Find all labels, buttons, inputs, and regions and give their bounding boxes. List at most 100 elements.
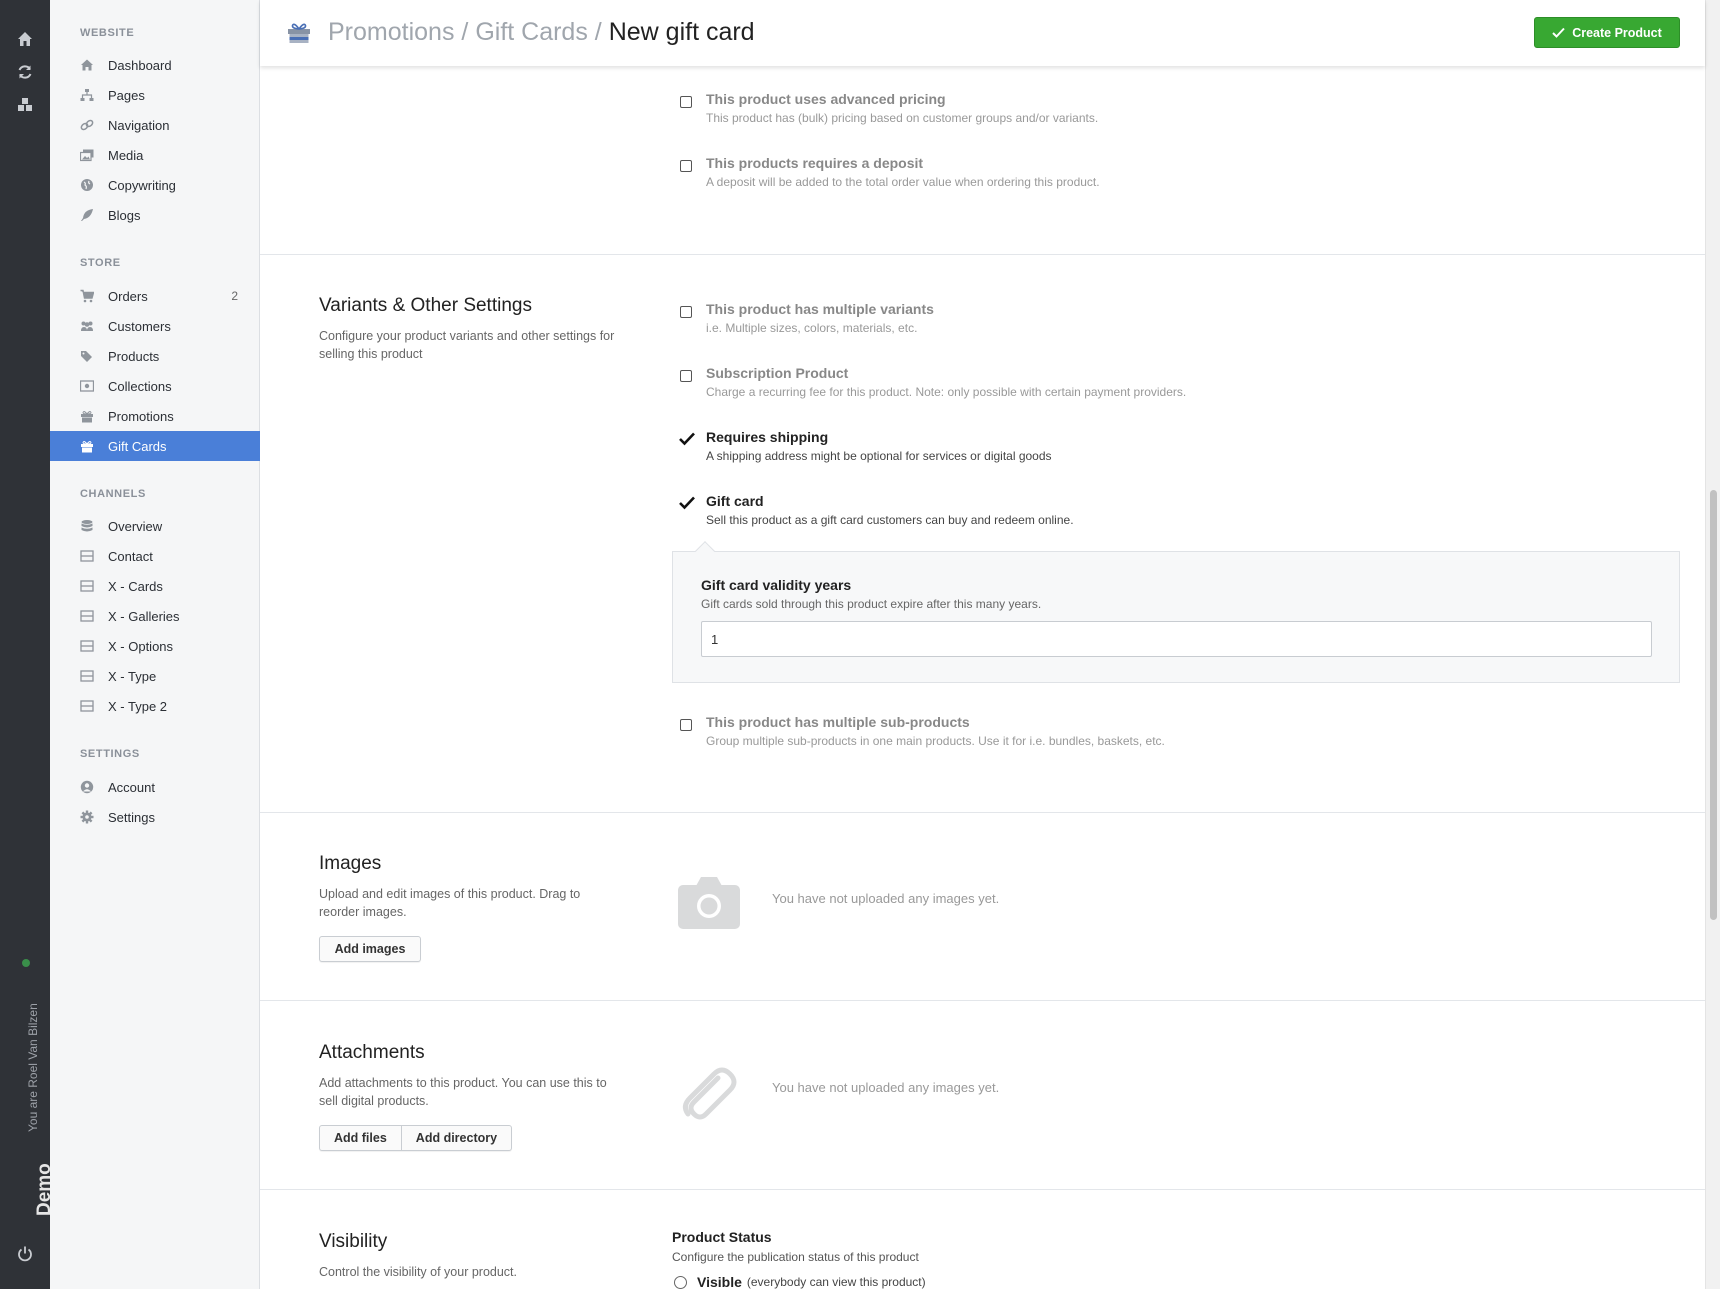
page-scrollbar[interactable] bbox=[1705, 0, 1720, 1289]
breadcrumb-gift-cards[interactable]: Gift Cards bbox=[475, 18, 588, 46]
window-icon bbox=[80, 670, 94, 682]
option-gift-card[interactable]: Gift card Sell this product as a gift ca… bbox=[678, 493, 1580, 529]
globe-icon bbox=[81, 179, 93, 191]
add-images-button[interactable]: Add images bbox=[319, 936, 421, 962]
cart-icon bbox=[80, 289, 94, 303]
option-multiple-variants[interactable]: This product has multiple variants i.e. … bbox=[680, 301, 1580, 337]
option-subscription-product[interactable]: Subscription Product Charge a recurring … bbox=[680, 365, 1580, 401]
visible-label: Visible bbox=[697, 1274, 742, 1290]
sidebar-item-label: Blogs bbox=[108, 207, 141, 223]
validity-description: Gift cards sold through this product exp… bbox=[701, 597, 1042, 611]
images-section-description: Upload and edit images of this product. … bbox=[319, 887, 581, 919]
sidebar-item-collections[interactable]: Collections bbox=[50, 371, 260, 401]
images-icon bbox=[80, 149, 94, 162]
breadcrumb-promotions[interactable]: Promotions bbox=[328, 18, 454, 46]
option-description: Group multiple sub-products in one main … bbox=[706, 734, 1165, 748]
sidebar-item-copywriting[interactable]: Copywriting bbox=[50, 170, 260, 200]
sidebar-item-promotions[interactable]: Promotions bbox=[50, 401, 260, 431]
option-requires-shipping[interactable]: Requires shipping A shipping address mig… bbox=[678, 429, 1580, 465]
sidebar-item-blogs[interactable]: Blogs bbox=[50, 200, 260, 230]
sidebar-item-label: Collections bbox=[108, 378, 172, 394]
sidebar-item-x-type-2[interactable]: X - Type 2 bbox=[50, 691, 260, 721]
option-description: This product has (bulk) pricing based on… bbox=[706, 111, 1099, 125]
cubes-icon[interactable] bbox=[15, 95, 35, 115]
add-directory-button[interactable]: Add directory bbox=[400, 1126, 511, 1150]
breadcrumb-separator: / bbox=[461, 18, 469, 46]
option-sub-products[interactable]: This product has multiple sub-products G… bbox=[680, 714, 1580, 750]
sidebar-item-label: Navigation bbox=[108, 117, 170, 133]
advanced-pricing-checkbox[interactable] bbox=[680, 96, 692, 108]
paperclip-icon bbox=[682, 1067, 737, 1120]
sidebar-item-x-type[interactable]: X - Type bbox=[50, 661, 260, 691]
validity-years-input[interactable] bbox=[701, 621, 1652, 657]
home-icon bbox=[81, 59, 93, 71]
check-icon bbox=[1552, 27, 1565, 38]
sidebar-item-products[interactable]: Products bbox=[50, 341, 260, 371]
visibility-section-title: Visibility bbox=[319, 1231, 388, 1252]
sidebar-item-x-options[interactable]: X - Options bbox=[50, 631, 260, 661]
scrollbar-thumb[interactable] bbox=[1710, 490, 1717, 920]
database-icon bbox=[81, 520, 93, 532]
sidebar-item-settings[interactable]: Settings bbox=[50, 802, 260, 832]
sidebar-item-x-galleries[interactable]: X - Galleries bbox=[50, 601, 260, 631]
users-icon bbox=[81, 321, 93, 331]
sidebar-item-label: Contact bbox=[108, 548, 153, 564]
power-icon[interactable] bbox=[15, 1244, 35, 1264]
attachments-section-description: Add attachments to this product. You can… bbox=[319, 1076, 607, 1108]
status-option-visible[interactable]: Visible (everybody can view this product… bbox=[674, 1274, 926, 1290]
sub-products-checkbox[interactable] bbox=[680, 719, 692, 731]
sidebar-item-contact[interactable]: Contact bbox=[50, 541, 260, 571]
sidebar-item-pages[interactable]: Pages bbox=[50, 80, 260, 110]
add-images-label: Add images bbox=[334, 942, 406, 956]
option-advanced-pricing[interactable]: This product uses advanced pricing This … bbox=[680, 91, 1580, 127]
section-divider bbox=[260, 1000, 1705, 1001]
option-description: Sell this product as a gift card custome… bbox=[706, 513, 1074, 527]
sidebar-item-label: Promotions bbox=[108, 408, 174, 424]
images-section-title: Images bbox=[319, 853, 382, 874]
variants-section-description: Configure your product variants and othe… bbox=[319, 329, 615, 361]
sidebar-item-label: Orders bbox=[108, 288, 148, 304]
add-files-button[interactable]: Add files bbox=[320, 1126, 401, 1150]
sidebar-item-account[interactable]: Account bbox=[50, 772, 260, 802]
sidebar-item-dashboard[interactable]: Dashboard bbox=[50, 50, 260, 80]
breadcrumb-separator: / bbox=[594, 18, 602, 46]
create-product-button[interactable]: Create Product bbox=[1534, 17, 1680, 48]
gear-icon bbox=[80, 810, 94, 824]
images-empty-message: You have not uploaded any images yet. bbox=[772, 891, 1000, 906]
deposit-checkbox[interactable] bbox=[680, 160, 692, 172]
option-title: Gift card bbox=[706, 493, 764, 509]
sidebar-item-label: X - Type 2 bbox=[108, 698, 168, 714]
option-description: Charge a recurring fee for this product.… bbox=[706, 385, 1187, 399]
gift-card-validity-panel: Gift card validity years Gift cards sold… bbox=[672, 551, 1680, 683]
requires-shipping-checkmark-icon[interactable] bbox=[678, 431, 696, 447]
sidebar-item-label: Copywriting bbox=[108, 177, 176, 193]
sidebar-item-media[interactable]: Media bbox=[50, 140, 260, 170]
sidebar-item-label: Products bbox=[108, 348, 160, 364]
sidebar-section-store: STORE bbox=[80, 257, 121, 269]
home-icon[interactable] bbox=[15, 29, 35, 49]
option-deposit[interactable]: This products requires a deposit A depos… bbox=[680, 155, 1580, 191]
sidebar-item-gift-cards[interactable]: Gift Cards bbox=[50, 431, 260, 461]
sidebar-item-label: Settings bbox=[108, 809, 155, 825]
current-user-label: You are Roel Van Bilzen bbox=[26, 1003, 40, 1132]
sidebar-item-orders[interactable]: Orders 2 bbox=[50, 281, 260, 311]
product-status-description: Configure the publication status of this… bbox=[672, 1250, 919, 1264]
sidebar-item-customers[interactable]: Customers bbox=[50, 311, 260, 341]
multiple-variants-checkbox[interactable] bbox=[680, 306, 692, 318]
visible-radio[interactable] bbox=[674, 1275, 687, 1289]
sidebar-item-overview[interactable]: Overview bbox=[50, 511, 260, 541]
product-status-title: Product Status bbox=[672, 1229, 772, 1245]
sidebar-item-x-cards[interactable]: X - Cards bbox=[50, 571, 260, 601]
subscription-checkbox[interactable] bbox=[680, 370, 692, 382]
option-description: A deposit will be added to the total ord… bbox=[706, 175, 1100, 189]
page-header: Promotions / Gift Cards / New gift card … bbox=[260, 0, 1705, 66]
sidebar-item-navigation[interactable]: Navigation bbox=[50, 110, 260, 140]
sidebar-item-label: X - Options bbox=[108, 638, 174, 654]
refresh-icon[interactable] bbox=[15, 62, 35, 82]
link-icon bbox=[80, 119, 94, 131]
gift-card-checkmark-icon[interactable] bbox=[678, 495, 696, 511]
window-icon bbox=[80, 700, 94, 712]
sitemap-icon bbox=[80, 89, 94, 101]
sidebar: WEBSITE Dashboard Pages Navigation Media… bbox=[50, 0, 260, 1289]
sidebar-item-label: Account bbox=[108, 779, 155, 795]
